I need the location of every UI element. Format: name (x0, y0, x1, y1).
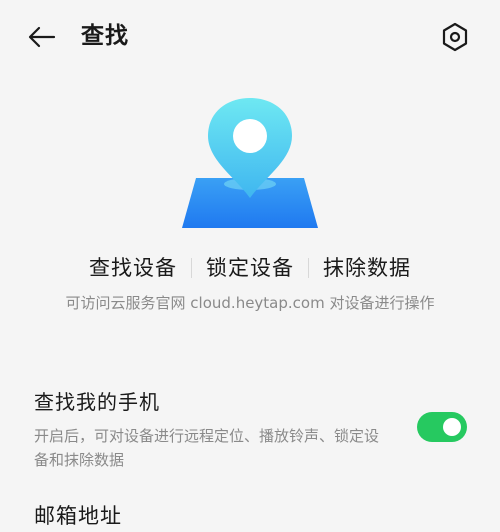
header: 查找 (0, 0, 500, 72)
location-pin-on-map-icon (176, 92, 324, 232)
find-page: 查找 查找设备 锁定设备 抹除数据 可访问云服务官网 cloud.heytap.… (0, 0, 500, 532)
toggle-knob (443, 418, 461, 436)
find-my-phone-toggle[interactable] (417, 412, 467, 442)
page-title: 查找 (81, 23, 129, 49)
back-button[interactable] (22, 20, 62, 54)
lock-device-button[interactable]: 锁定设备 (192, 248, 308, 288)
device-actions: 查找设备 锁定设备 抹除数据 (0, 248, 500, 288)
hexagon-gear-icon (442, 22, 468, 52)
setting-title: 查找我的手机 (34, 390, 160, 414)
cloud-hint: 可访问云服务官网 cloud.heytap.com 对设备进行操作 (65, 294, 435, 312)
erase-data-button[interactable]: 抹除数据 (309, 248, 425, 288)
settings-button[interactable] (436, 18, 474, 56)
email-section-title: 邮箱地址 (34, 504, 122, 528)
setting-description: 开启后，可对设备进行远程定位、播放铃声、锁定设备和抹除数据 (34, 427, 380, 469)
arrow-left-icon (28, 26, 56, 48)
find-device-button[interactable]: 查找设备 (75, 248, 191, 288)
find-my-phone-setting: 查找我的手机 开启后，可对设备进行远程定位、播放铃声、锁定设备和抹除数据 (34, 386, 474, 472)
